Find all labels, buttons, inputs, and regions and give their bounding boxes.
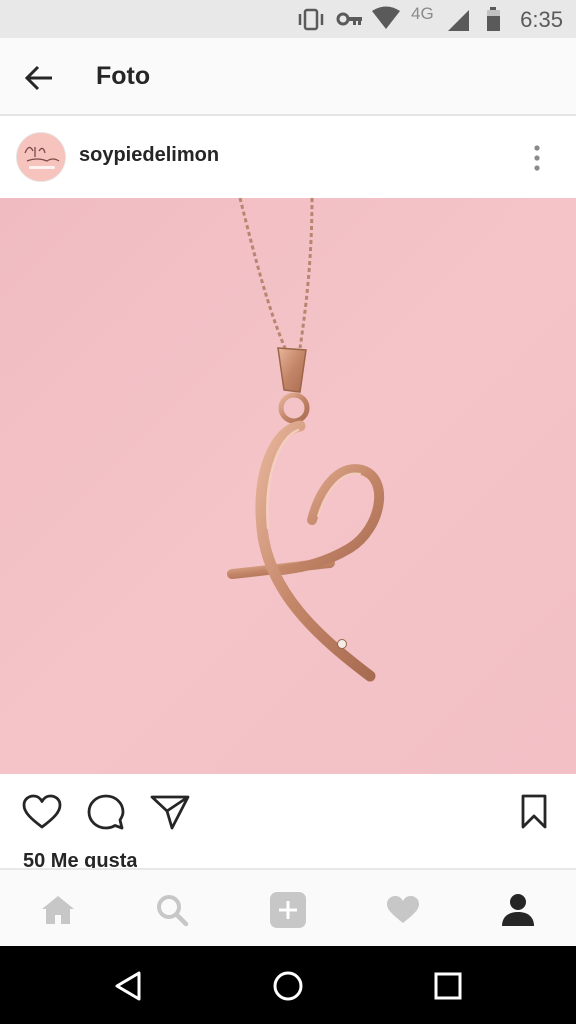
comment-icon [87,794,125,830]
like-button[interactable] [20,790,64,834]
post-header: soypiedelimon [0,116,576,198]
vpn-key-icon [336,12,362,26]
send-icon [150,795,190,830]
system-recents-button[interactable] [428,966,468,1006]
share-button[interactable] [148,790,192,834]
system-nav-bar [0,946,576,1024]
nav-home[interactable] [38,890,78,930]
heart-icon [22,794,62,829]
bookmark-icon [521,794,547,829]
more-options-button[interactable] [522,140,552,176]
system-back-button[interactable] [108,966,148,1006]
home-icon [42,896,74,924]
vibrate-icon [298,8,324,31]
likes-count[interactable]: 50 Me gusta [23,848,137,870]
avatar[interactable] [16,132,66,182]
status-time: 6:35 [520,7,563,32]
battery-icon [487,7,500,31]
status-bar: 4G 6:35 [0,0,576,38]
search-icon [157,895,189,927]
back-button[interactable] [18,57,60,99]
nav-add[interactable] [268,890,308,930]
network-type: 4G [411,4,434,23]
app-bar: Foto [0,38,576,116]
post-photo[interactable] [0,198,576,774]
signal-icon [448,10,469,31]
nav-activity[interactable] [383,890,423,930]
profile-avatar-logo [17,133,65,181]
activity-heart-icon [387,896,419,923]
add-icon [270,892,306,928]
profile-icon [502,894,534,926]
bottom-nav [0,868,576,946]
page-title: Foto [96,62,151,90]
save-button[interactable] [512,790,556,834]
comment-button[interactable] [84,790,128,834]
home-circle-icon [273,971,303,1001]
recents-square-icon [434,972,462,1000]
post-actions [0,776,576,846]
back-triangle-icon [115,971,141,1001]
arrow-left-icon [24,65,52,91]
nav-search[interactable] [152,890,192,930]
wifi-icon [372,6,400,29]
system-home-button[interactable] [268,966,308,1006]
nav-profile[interactable] [498,890,538,930]
necklace-photo [0,198,576,774]
username[interactable]: soypiedelimon [79,144,219,167]
more-vertical-icon [534,145,540,171]
